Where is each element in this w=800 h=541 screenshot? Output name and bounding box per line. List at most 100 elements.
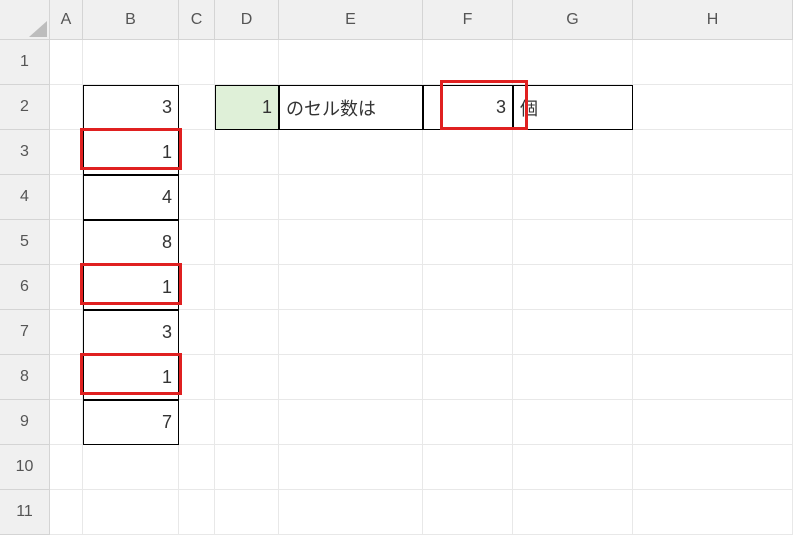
cell-D7[interactable] bbox=[215, 310, 279, 355]
col-header-E[interactable]: E bbox=[279, 0, 423, 40]
cell-B3[interactable]: 1 bbox=[83, 130, 179, 175]
cell-H1[interactable] bbox=[633, 40, 793, 85]
cell-F1[interactable] bbox=[423, 40, 513, 85]
cell-F2[interactable]: 3 bbox=[423, 85, 513, 130]
cell-A11[interactable] bbox=[50, 490, 83, 535]
row-header-11[interactable]: 11 bbox=[0, 490, 50, 535]
col-header-D[interactable]: D bbox=[215, 0, 279, 40]
row-header-6[interactable]: 6 bbox=[0, 265, 50, 310]
cell-D5[interactable] bbox=[215, 220, 279, 265]
cell-C2[interactable] bbox=[179, 85, 215, 130]
cell-A4[interactable] bbox=[50, 175, 83, 220]
cell-A1[interactable] bbox=[50, 40, 83, 85]
row-header-9[interactable]: 9 bbox=[0, 400, 50, 445]
cell-A9[interactable] bbox=[50, 400, 83, 445]
cell-A3[interactable] bbox=[50, 130, 83, 175]
cell-E2[interactable]: のセル数は bbox=[279, 85, 423, 130]
cell-B6[interactable]: 1 bbox=[83, 265, 179, 310]
cell-G4[interactable] bbox=[513, 175, 633, 220]
col-header-A[interactable]: A bbox=[50, 0, 83, 40]
cell-B10[interactable] bbox=[83, 445, 179, 490]
cell-G2[interactable]: 個 bbox=[513, 85, 633, 130]
cell-C8[interactable] bbox=[179, 355, 215, 400]
cell-H8[interactable] bbox=[633, 355, 793, 400]
cell-H7[interactable] bbox=[633, 310, 793, 355]
cell-E3[interactable] bbox=[279, 130, 423, 175]
cell-A7[interactable] bbox=[50, 310, 83, 355]
cell-E7[interactable] bbox=[279, 310, 423, 355]
cell-D10[interactable] bbox=[215, 445, 279, 490]
cell-B5[interactable]: 8 bbox=[83, 220, 179, 265]
col-header-G[interactable]: G bbox=[513, 0, 633, 40]
cell-A5[interactable] bbox=[50, 220, 83, 265]
cell-B7[interactable]: 3 bbox=[83, 310, 179, 355]
cell-A10[interactable] bbox=[50, 445, 83, 490]
cell-B9[interactable]: 7 bbox=[83, 400, 179, 445]
cell-H5[interactable] bbox=[633, 220, 793, 265]
cell-B11[interactable] bbox=[83, 490, 179, 535]
cell-E4[interactable] bbox=[279, 175, 423, 220]
cell-B1[interactable] bbox=[83, 40, 179, 85]
row-header-7[interactable]: 7 bbox=[0, 310, 50, 355]
cell-F6[interactable] bbox=[423, 265, 513, 310]
cell-G3[interactable] bbox=[513, 130, 633, 175]
row-header-10[interactable]: 10 bbox=[0, 445, 50, 490]
cell-B2[interactable]: 3 bbox=[83, 85, 179, 130]
row-header-8[interactable]: 8 bbox=[0, 355, 50, 400]
row-header-5[interactable]: 5 bbox=[0, 220, 50, 265]
cell-A2[interactable] bbox=[50, 85, 83, 130]
cell-D1[interactable] bbox=[215, 40, 279, 85]
cell-C11[interactable] bbox=[179, 490, 215, 535]
cell-F9[interactable] bbox=[423, 400, 513, 445]
cell-E5[interactable] bbox=[279, 220, 423, 265]
cell-H9[interactable] bbox=[633, 400, 793, 445]
cell-C6[interactable] bbox=[179, 265, 215, 310]
cell-H4[interactable] bbox=[633, 175, 793, 220]
cell-H10[interactable] bbox=[633, 445, 793, 490]
cell-E6[interactable] bbox=[279, 265, 423, 310]
cell-C3[interactable] bbox=[179, 130, 215, 175]
cell-A8[interactable] bbox=[50, 355, 83, 400]
cell-E11[interactable] bbox=[279, 490, 423, 535]
row-header-3[interactable]: 3 bbox=[0, 130, 50, 175]
cell-G8[interactable] bbox=[513, 355, 633, 400]
cell-C7[interactable] bbox=[179, 310, 215, 355]
cell-F7[interactable] bbox=[423, 310, 513, 355]
cell-G7[interactable] bbox=[513, 310, 633, 355]
cell-C10[interactable] bbox=[179, 445, 215, 490]
cell-F4[interactable] bbox=[423, 175, 513, 220]
cell-F5[interactable] bbox=[423, 220, 513, 265]
col-header-B[interactable]: B bbox=[83, 0, 179, 40]
cell-G9[interactable] bbox=[513, 400, 633, 445]
row-header-2[interactable]: 2 bbox=[0, 85, 50, 130]
cell-H11[interactable] bbox=[633, 490, 793, 535]
cell-B4[interactable]: 4 bbox=[83, 175, 179, 220]
cell-F11[interactable] bbox=[423, 490, 513, 535]
cell-B8[interactable]: 1 bbox=[83, 355, 179, 400]
cell-C4[interactable] bbox=[179, 175, 215, 220]
cell-G11[interactable] bbox=[513, 490, 633, 535]
cell-D8[interactable] bbox=[215, 355, 279, 400]
cell-D6[interactable] bbox=[215, 265, 279, 310]
cell-E1[interactable] bbox=[279, 40, 423, 85]
cell-E9[interactable] bbox=[279, 400, 423, 445]
cell-D4[interactable] bbox=[215, 175, 279, 220]
cell-D11[interactable] bbox=[215, 490, 279, 535]
row-header-4[interactable]: 4 bbox=[0, 175, 50, 220]
cell-G6[interactable] bbox=[513, 265, 633, 310]
cell-E8[interactable] bbox=[279, 355, 423, 400]
col-header-H[interactable]: H bbox=[633, 0, 793, 40]
cell-G10[interactable] bbox=[513, 445, 633, 490]
cell-H6[interactable] bbox=[633, 265, 793, 310]
cell-F3[interactable] bbox=[423, 130, 513, 175]
cell-G1[interactable] bbox=[513, 40, 633, 85]
cell-C9[interactable] bbox=[179, 400, 215, 445]
col-header-C[interactable]: C bbox=[179, 0, 215, 40]
select-all-corner[interactable] bbox=[0, 0, 50, 40]
cell-H2[interactable] bbox=[633, 85, 793, 130]
cell-E10[interactable] bbox=[279, 445, 423, 490]
cell-F10[interactable] bbox=[423, 445, 513, 490]
row-header-1[interactable]: 1 bbox=[0, 40, 50, 85]
cell-A6[interactable] bbox=[50, 265, 83, 310]
cell-G5[interactable] bbox=[513, 220, 633, 265]
